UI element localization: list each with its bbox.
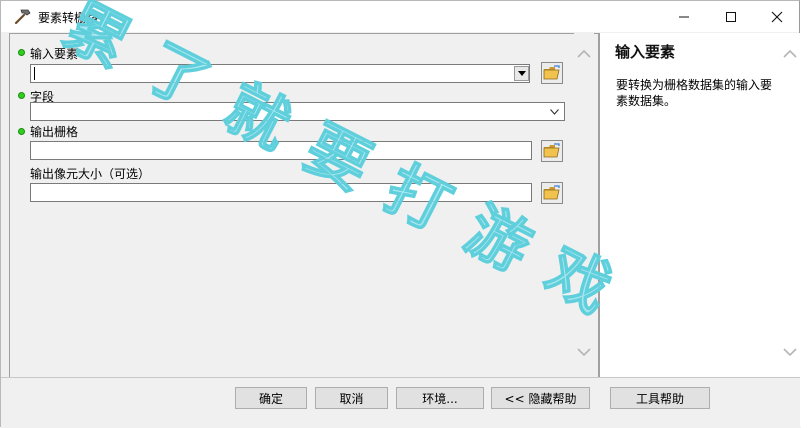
title-bar[interactable]: 要素转栅格: [1, 1, 799, 32]
hammer-icon: [14, 9, 31, 25]
input-features-combobox[interactable]: [30, 64, 530, 83]
close-icon: [771, 11, 783, 22]
open-folder-icon: [543, 185, 560, 200]
close-button[interactable]: [754, 1, 800, 32]
input-features-browse-button[interactable]: [541, 62, 563, 84]
parameters-scrollbar[interactable]: [574, 33, 594, 377]
cell-size-label: 输出像元大小（可选）: [30, 167, 151, 181]
scroll-down-icon[interactable]: [577, 347, 591, 357]
scroll-up-icon[interactable]: [577, 49, 591, 59]
help-scrollbar[interactable]: [781, 33, 799, 377]
dropdown-arrow-icon: [517, 71, 526, 76]
required-indicator-icon: [18, 49, 25, 56]
help-title: 输入要素: [615, 43, 676, 61]
hide-help-button[interactable]: << 隐藏帮助: [491, 387, 590, 409]
help-description: 要转换为栅格数据集的输入要素数据集。: [616, 78, 773, 108]
required-indicator-icon: [18, 92, 25, 99]
window-title: 要素转栅格: [38, 11, 99, 25]
input-features-label: 输入要素: [30, 47, 79, 61]
minimize-button[interactable]: [661, 1, 707, 32]
ok-button[interactable]: 确定: [235, 387, 307, 409]
minimize-icon: [679, 16, 689, 17]
output-raster-label: 输出栅格: [30, 125, 79, 139]
chevron-down-icon: [550, 109, 559, 115]
required-indicator-icon: [18, 128, 25, 135]
output-raster-browse-button[interactable]: [541, 140, 563, 162]
environments-button[interactable]: 环境...: [396, 387, 484, 409]
text-cursor: [34, 67, 35, 80]
output-raster-input[interactable]: [30, 141, 532, 160]
input-features-dropdown-button[interactable]: [514, 66, 529, 81]
parameters-panel: [9, 33, 598, 377]
background-map-edge: [800, 0, 808, 427]
maximize-icon: [726, 11, 736, 22]
scroll-down-icon[interactable]: [783, 347, 797, 357]
help-panel: 输入要素 要转换为栅格数据集的输入要素数据集。: [598, 33, 801, 377]
open-folder-icon: [543, 65, 560, 80]
cell-size-input[interactable]: [30, 183, 532, 202]
open-folder-icon: [543, 143, 560, 158]
maximize-button[interactable]: [708, 1, 754, 32]
field-select[interactable]: [30, 102, 565, 121]
cell-size-browse-button[interactable]: [541, 182, 563, 204]
tool-dialog: 要素转栅格 输入要素 字段 输出栅格 输出像元大小（可选） 输入要素 要转换为栅…: [0, 0, 801, 428]
scroll-up-icon[interactable]: [783, 49, 797, 59]
tool-help-button[interactable]: 工具帮助: [610, 387, 710, 409]
cancel-button[interactable]: 取消: [315, 387, 388, 409]
